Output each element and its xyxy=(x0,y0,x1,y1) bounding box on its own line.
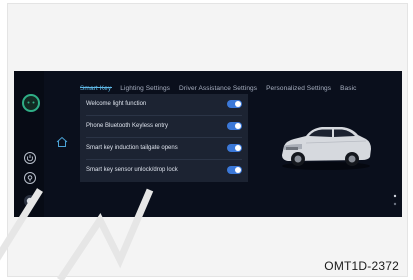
tab-lighting-settings[interactable]: Lighting Settings xyxy=(120,85,170,92)
tab-bar: Smart Key Lighting Settings Driver Assista… xyxy=(80,77,366,95)
page-indicator xyxy=(393,194,397,206)
figure-code: OMT1D-2372 xyxy=(324,259,399,273)
setting-label: Welcome light function xyxy=(86,101,147,107)
welcome-light-toggle[interactable] xyxy=(227,100,242,108)
setting-row-welcome-light: Welcome light function xyxy=(80,94,248,116)
location-icon[interactable] xyxy=(23,171,37,185)
record-icon[interactable] xyxy=(23,194,37,208)
setting-row-bluetooth-keyless: Phone Bluetooth Keyless entry xyxy=(80,116,248,138)
tab-basic[interactable]: Basic xyxy=(340,85,356,92)
left-sidebar xyxy=(14,71,44,217)
toggle-knob xyxy=(235,123,241,129)
induction-tailgate-toggle[interactable] xyxy=(227,144,242,152)
power-icon[interactable] xyxy=(23,151,37,165)
infotainment-screen: Smart Key Lighting Settings Driver Assista… xyxy=(14,71,402,217)
toggle-knob xyxy=(235,145,241,151)
settings-panel: Welcome light function Phone Bluetooth K… xyxy=(80,94,248,182)
toggle-knob xyxy=(235,101,241,107)
home-icon[interactable] xyxy=(55,135,69,149)
setting-row-induction-tailgate: Smart key induction tailgate opens xyxy=(80,138,248,160)
setting-row-sensor-unlock: Smart key sensor unlock/drop lock xyxy=(80,160,248,182)
bluetooth-keyless-toggle[interactable] xyxy=(227,122,242,130)
car-image xyxy=(282,127,371,170)
toggle-knob xyxy=(235,167,241,173)
active-tab-indicator xyxy=(80,87,112,88)
sensor-unlock-toggle[interactable] xyxy=(227,166,242,174)
tab-driver-assistance-settings[interactable]: Driver Assistance Settings xyxy=(179,85,257,92)
setting-label: Smart key induction tailgate opens xyxy=(86,145,178,151)
setting-label: Phone Bluetooth Keyless entry xyxy=(86,123,169,129)
setting-label: Smart key sensor unlock/drop lock xyxy=(86,167,178,173)
tab-personalized-settings[interactable]: Personalized Settings xyxy=(266,85,331,92)
avatar-icon[interactable] xyxy=(22,94,40,112)
